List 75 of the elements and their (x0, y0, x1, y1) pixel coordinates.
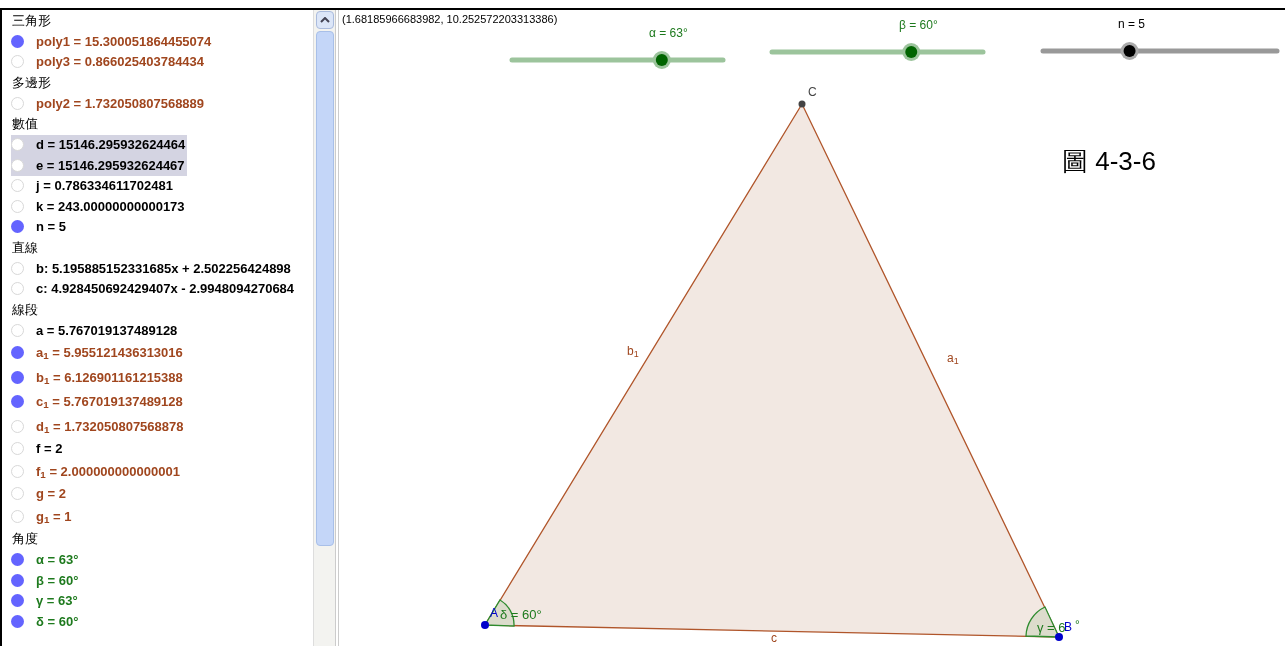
algebra-item[interactable]: α = 63° (11, 549, 81, 570)
coordinates-text: (1.68185966683982, 10.252572203313386) (342, 12, 558, 27)
algebra-item[interactable]: j = 0.786334611702481 (11, 175, 175, 196)
slider-track[interactable] (769, 43, 986, 61)
slider-thumb[interactable] (1120, 42, 1139, 60)
category-header: 多邊形 (12, 73, 51, 92)
chevron-up-icon (319, 17, 330, 23)
algebra-item[interactable]: c$_{1}$ = 5.767019137489128 (11, 389, 185, 414)
angle-arc (1025, 606, 1060, 638)
visibility-toggle[interactable] (11, 138, 24, 152)
visibility-toggle[interactable] (11, 442, 24, 456)
visibility-toggle[interactable] (11, 395, 24, 409)
slider-thumb[interactable] (652, 51, 671, 69)
algebra-item[interactable]: f = 2 (11, 438, 65, 459)
point-label: B (1064, 619, 1072, 636)
scrollbar[interactable] (313, 10, 335, 646)
algebra-item[interactable]: a$_{1}$ = 5.955121436313016 (11, 340, 185, 365)
algebra-item[interactable]: e = 15146.295932624467 (11, 155, 187, 176)
category-header: 直線 (12, 238, 38, 257)
visibility-toggle[interactable] (11, 553, 24, 567)
algebra-item[interactable]: poly2 = 1.732050807568889 (11, 93, 207, 114)
visibility-toggle[interactable] (11, 614, 24, 628)
algebra-item[interactable]: f$_{1}$ = 2.000000000000001 (11, 459, 182, 484)
scroll-up-button[interactable] (315, 11, 334, 29)
category-header: 角度 (12, 530, 38, 549)
angle-label: ° (1075, 617, 1080, 634)
visibility-toggle[interactable] (11, 370, 24, 384)
visibility-toggle[interactable] (11, 220, 24, 234)
algebra-item[interactable]: poly3 = 0.866025403784434 (11, 51, 207, 72)
algebra-item[interactable]: b$_{1}$ = 6.126901161215388 (11, 365, 185, 390)
visibility-toggle[interactable] (11, 199, 24, 213)
visibility-toggle[interactable] (11, 282, 24, 296)
algebra-item[interactable]: c: 4.928450692429407x - 2.9948094270684 (11, 278, 297, 299)
visibility-toggle[interactable] (11, 261, 24, 275)
algebra-item[interactable]: poly1 = 15.300051864455074 (11, 31, 214, 52)
visibility-toggle[interactable] (11, 594, 24, 608)
visibility-toggle[interactable] (11, 509, 24, 523)
visibility-toggle[interactable] (11, 573, 24, 587)
category-header: 三角形 (12, 11, 51, 30)
algebra-item[interactable]: k = 243.00000000000173 (11, 196, 187, 217)
visibility-toggle[interactable] (11, 158, 24, 172)
algebra-item[interactable]: d = 15146.295932624464 (11, 134, 188, 155)
slider-track[interactable] (1040, 42, 1280, 60)
slider-label: β = 60° (899, 17, 938, 34)
visibility-toggle[interactable] (11, 464, 24, 478)
visibility-toggle[interactable] (11, 323, 24, 337)
visibility-toggle[interactable] (11, 34, 24, 48)
visibility-toggle[interactable] (11, 179, 24, 193)
algebra-item[interactable]: d$_{1}$ = 1.732050807568878 (11, 414, 186, 439)
slider-track[interactable] (509, 51, 726, 69)
slider-thumb[interactable] (902, 43, 921, 61)
visibility-toggle[interactable] (11, 419, 24, 433)
category-header: 數值 (12, 115, 38, 134)
algebra-item[interactable]: β = 60° (11, 570, 81, 591)
algebra-item[interactable]: δ = 60° (11, 611, 81, 632)
scroll-thumb[interactable] (315, 31, 334, 546)
visibility-toggle[interactable] (11, 96, 24, 110)
slider-label: n = 5 (1118, 16, 1146, 33)
algebra-item[interactable]: n = 5 (11, 216, 68, 237)
category-header: 線段 (12, 300, 38, 319)
point-label: C (808, 84, 817, 101)
algebra-item[interactable]: g$_{1}$ = 1 (11, 504, 74, 529)
algebra-item[interactable]: b: 5.195885152331685x + 2.502256424898 (11, 258, 293, 279)
visibility-toggle[interactable] (11, 487, 24, 501)
segment-label: b$_{1}$ (627, 343, 639, 360)
segment-label: a$_{1}$ (947, 350, 959, 367)
figure-caption: 圖 4-3-6 (1062, 145, 1156, 178)
slider-label: α = 63° (649, 25, 688, 42)
angle-label: γ = 6 (1037, 619, 1066, 637)
segment-label: c (771, 630, 777, 646)
visibility-toggle[interactable] (11, 346, 24, 360)
visibility-toggle[interactable] (11, 55, 24, 69)
algebra-item[interactable]: g = 2 (11, 483, 68, 504)
algebra-item[interactable]: a = 5.767019137489128 (11, 320, 180, 341)
algebra-item[interactable]: γ = 63° (11, 590, 80, 611)
